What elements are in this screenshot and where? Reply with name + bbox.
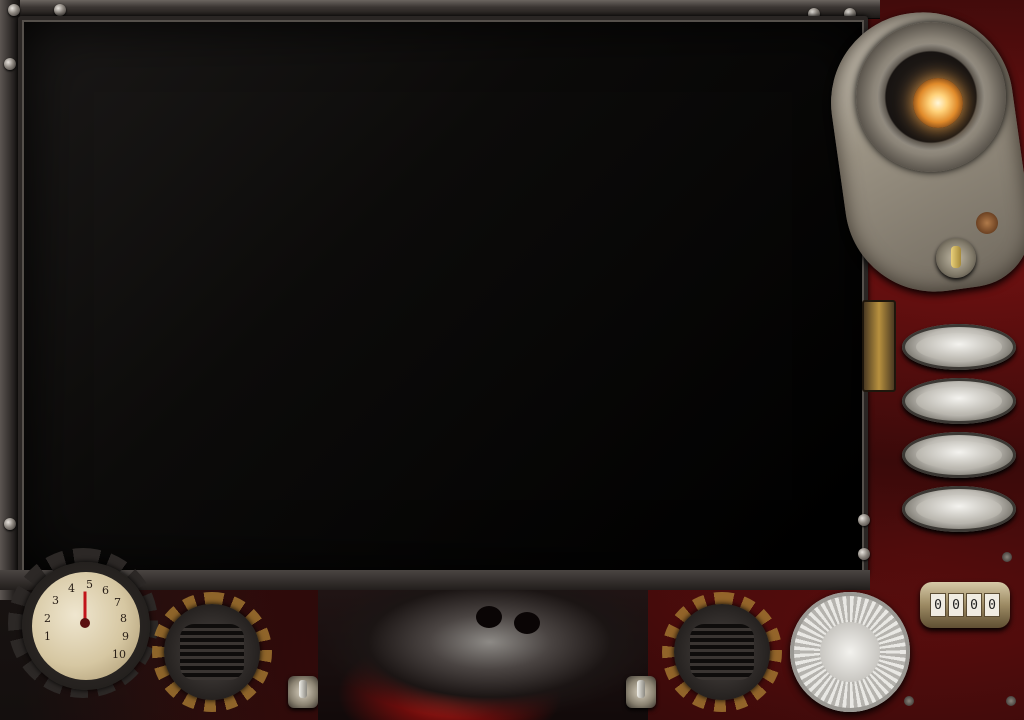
light-bulb-icon xyxy=(913,78,963,128)
side-button-3[interactable] xyxy=(902,432,1016,478)
screw-icon xyxy=(904,696,914,706)
side-button-2[interactable] xyxy=(902,378,1016,424)
left-metal-rim xyxy=(0,0,20,600)
skull-artwork xyxy=(318,590,648,720)
side-button-1[interactable] xyxy=(902,324,1016,370)
gauge-number: 6 xyxy=(102,584,109,597)
rivet-icon xyxy=(858,548,870,560)
mechanical-counter: 0 0 0 0 xyxy=(920,582,1010,628)
toggle-lever-icon xyxy=(951,246,961,268)
counter-digit: 0 xyxy=(966,593,982,617)
rivet-icon xyxy=(54,4,66,16)
side-latch xyxy=(862,300,896,392)
rivet-icon xyxy=(8,4,20,16)
gauge-number: 3 xyxy=(52,594,59,607)
gauge-number: 9 xyxy=(122,630,129,643)
rivet-icon xyxy=(4,518,16,530)
toggle-lever-icon xyxy=(637,680,645,698)
gauge-number: 8 xyxy=(120,612,127,625)
skull-eye-icon xyxy=(514,612,540,634)
knob-cap xyxy=(820,622,880,682)
gauge-number: 1 xyxy=(44,630,51,643)
speaker-grill-icon xyxy=(690,624,754,680)
gauge-number: 2 xyxy=(44,612,51,625)
gauge-number: 7 xyxy=(114,596,121,609)
speaker-grill-icon xyxy=(180,624,244,680)
gauge-hub xyxy=(80,618,90,628)
toggle-lever-icon xyxy=(299,680,307,698)
screw-icon xyxy=(1002,552,1012,562)
rivet-icon xyxy=(858,514,870,526)
counter-digit: 0 xyxy=(948,593,964,617)
screw-icon xyxy=(1006,696,1016,706)
counter-digit: 0 xyxy=(984,593,1000,617)
screw-icon xyxy=(976,212,998,234)
gauge-number: 4 xyxy=(68,582,75,595)
gauge-number: 10 xyxy=(112,648,126,661)
skull-eye-icon xyxy=(476,606,502,628)
main-display-screen[interactable] xyxy=(18,16,868,576)
gauge-number: 5 xyxy=(86,578,93,591)
counter-digit: 0 xyxy=(930,593,946,617)
rivet-icon xyxy=(4,58,16,70)
side-button-4[interactable] xyxy=(902,486,1016,532)
